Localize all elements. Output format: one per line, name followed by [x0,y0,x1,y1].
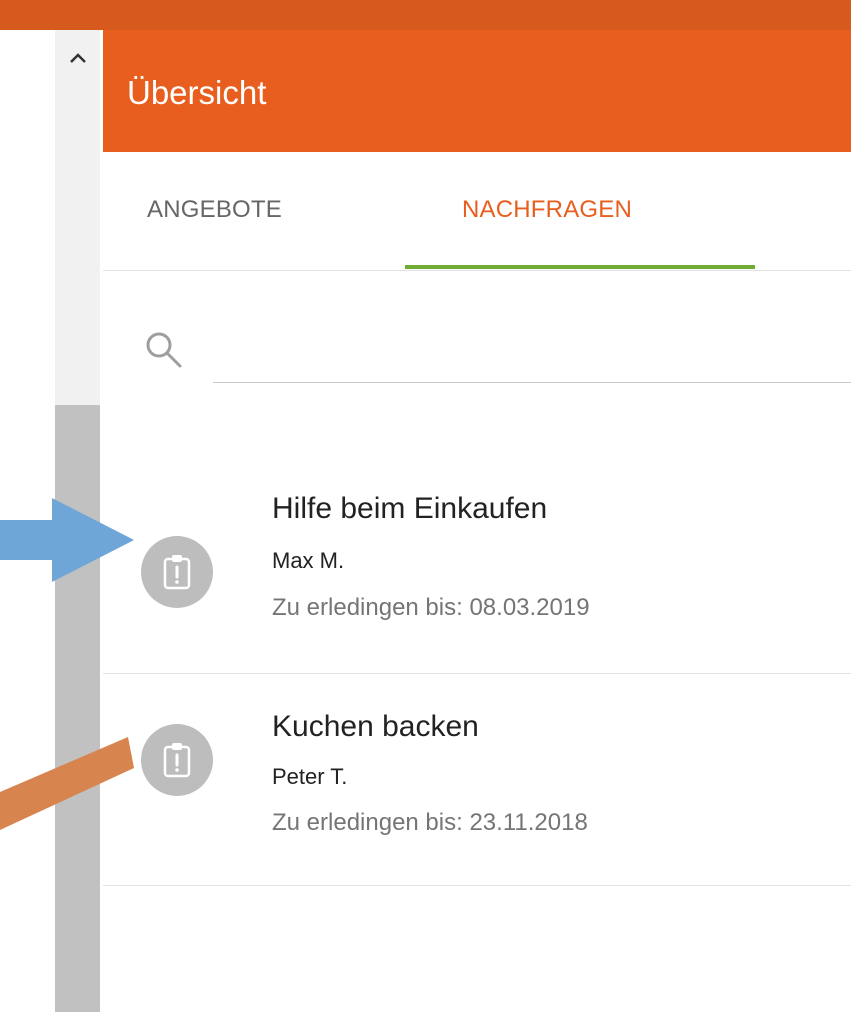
avatar [141,536,213,608]
app-header: Übersicht [103,30,851,152]
tab-nachfragen[interactable]: NACHFRAGEN [462,196,632,224]
search-icon[interactable] [140,326,188,374]
request-title: Hilfe beim Einkaufen [272,492,548,525]
top-strip [0,0,851,30]
search-input[interactable] [213,382,851,383]
clipboard-alert-icon [163,555,191,590]
tab-bar: ANGEBOTE NACHFRAGEN [103,152,851,271]
request-person: Peter T. [272,764,348,789]
request-due-date: Zu erledingen bis: 08.03.2019 [272,594,590,621]
chevron-up-icon [69,53,86,63]
list-item[interactable]: Hilfe beim Einkaufen Max M. Zu erledinge… [103,470,851,674]
active-tab-indicator [405,265,755,269]
scrollbar-thumb[interactable] [55,405,100,1012]
request-person: Max M. [272,548,345,573]
page-title: Übersicht [127,74,267,111]
request-due-date: Zu erledingen bis: 23.11.2018 [272,809,588,836]
list-item[interactable]: Kuchen backen Peter T. Zu erledingen bis… [103,674,851,886]
tab-angebote[interactable]: ANGEBOTE [147,196,282,224]
request-title: Kuchen backen [272,710,479,743]
scroll-up-button[interactable] [55,30,100,90]
clipboard-alert-icon [163,743,191,778]
avatar [141,724,213,796]
